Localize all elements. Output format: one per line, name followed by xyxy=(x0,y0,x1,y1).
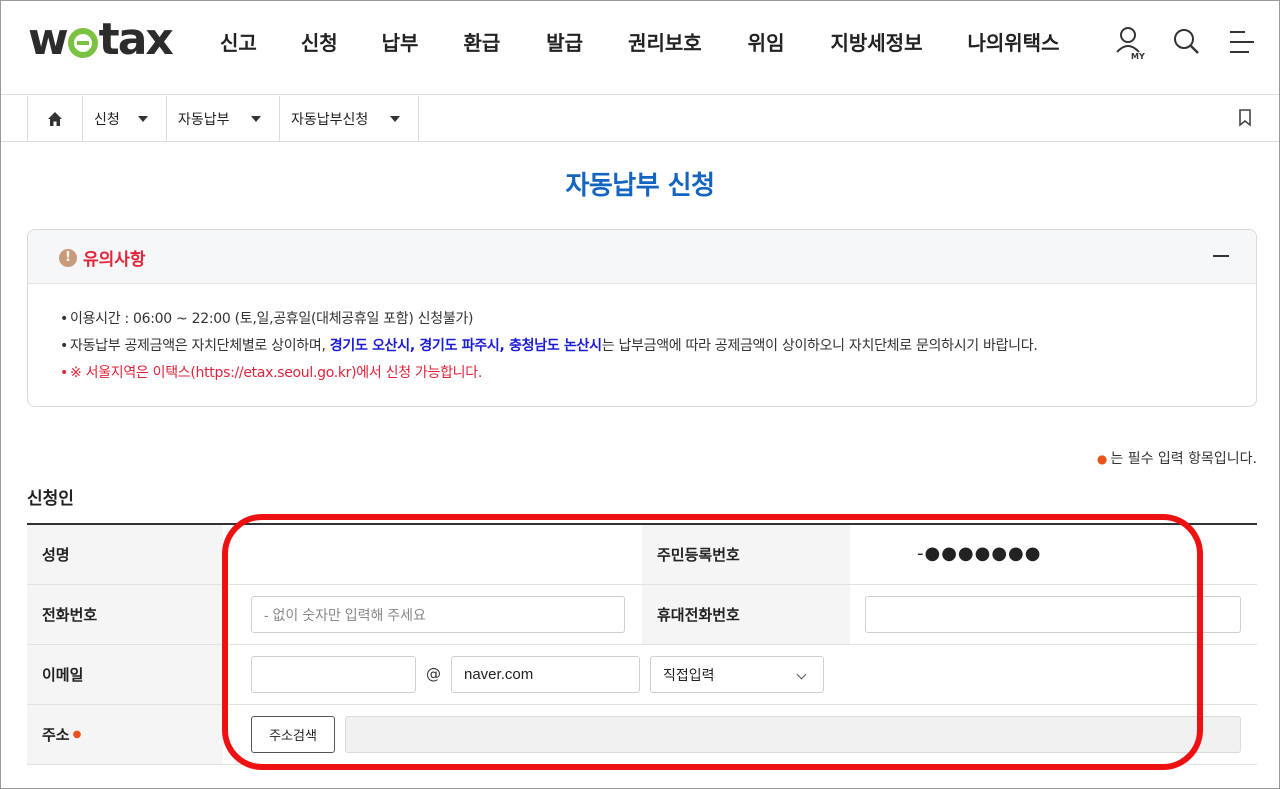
notice-deduction-post: 는 납부금액에 따라 공제금액이 상이하오니 자치단체로 문의하시기 바랍니다. xyxy=(601,338,1038,354)
notice-deduction-pre: 자동납부 공제금액은 자치단체별로 상이하며, xyxy=(70,338,330,354)
warning-icon: ! xyxy=(59,249,77,267)
notice-item-hours: 이용시간 : 06:00 ~ 22:00 (토,일,공휴일(대체공휴일 포함) … xyxy=(60,306,1256,333)
breadcrumb-apply[interactable]: 신청 xyxy=(83,96,167,141)
logo-w: w xyxy=(28,14,69,65)
phone-label: 전화번호 xyxy=(27,585,223,644)
email-domain-select[interactable]: 직접입력 xyxy=(650,656,824,693)
logo-tax: tax xyxy=(98,14,174,65)
chevron-down-icon xyxy=(796,669,807,680)
site-header: w tax 신고 신청 납부 환급 발급 권리보호 위임 지방세정보 나의위택스… xyxy=(1,1,1279,95)
address-label: 주소 ● xyxy=(27,705,223,764)
chevron-down-icon xyxy=(390,116,400,122)
rrn-value: -●●●●●●● xyxy=(917,543,1042,564)
mobile-input[interactable] xyxy=(865,596,1241,633)
breadcrumb-autopay-label: 자동납부 xyxy=(178,111,230,128)
notice-title: 유의사항 xyxy=(83,250,146,270)
global-nav: 신고 신청 납부 환급 발급 권리보호 위임 지방세정보 나의위택스 xyxy=(201,29,1059,57)
email-id-input[interactable] xyxy=(251,656,416,693)
name-label: 성명 xyxy=(27,525,223,584)
rrn-label: 주민등록번호 xyxy=(642,525,850,584)
required-note: ● 는 필수 입력 항목입니다. xyxy=(1097,448,1257,468)
breadcrumb: 신청 자동납부 자동납부신청 xyxy=(1,96,1279,142)
breadcrumb-autopay[interactable]: 자동납부 xyxy=(167,96,280,141)
required-note-text: 는 필수 입력 항목입니다. xyxy=(1110,451,1257,467)
form-row-address: 주소 ● 주소검색 xyxy=(27,705,1257,765)
notice-item-seoul: ※ 서울지역은 이택스(https://etax.seoul.go.kr)에서 … xyxy=(60,360,1256,387)
gnb-issue[interactable]: 발급 xyxy=(546,29,583,57)
chevron-down-icon xyxy=(138,116,148,122)
svg-text:MY: MY xyxy=(1131,52,1145,61)
gnb-report[interactable]: 신고 xyxy=(220,29,257,57)
form-row-name: 성명 주민등록번호 -●●●●●●● xyxy=(27,525,1257,585)
form-row-email: 이메일 @ naver.com 직접입력 xyxy=(27,645,1257,705)
my-user-icon[interactable]: MY xyxy=(1115,25,1145,61)
email-domain-input[interactable]: naver.com xyxy=(451,656,640,693)
phone-input[interactable]: - 없이 숫자만 입력해 주세요 xyxy=(251,596,625,633)
bookmark-icon[interactable] xyxy=(1238,109,1252,127)
notice-list: 이용시간 : 06:00 ~ 22:00 (토,일,공휴일(대체공휴일 포함) … xyxy=(28,284,1256,387)
menu-icon[interactable] xyxy=(1227,25,1257,59)
address-search-button[interactable]: 주소검색 xyxy=(251,716,335,753)
notice-panel: ! 유의사항 이용시간 : 06:00 ~ 22:00 (토,일,공휴일(대체공… xyxy=(27,229,1257,407)
chevron-down-icon xyxy=(251,116,261,122)
address-label-text: 주소 xyxy=(42,726,70,744)
wetax-logo[interactable]: w tax xyxy=(28,14,174,65)
form-row-phone: 전화번호 - 없이 숫자만 입력해 주세요 휴대전화번호 xyxy=(27,585,1257,645)
breadcrumb-autopay-apply[interactable]: 자동납부신청 xyxy=(280,96,419,141)
gnb-localtax-info[interactable]: 지방세정보 xyxy=(830,29,922,57)
email-select-value: 직접입력 xyxy=(663,666,715,683)
gnb-payment[interactable]: 납부 xyxy=(382,29,419,57)
gnb-refund[interactable]: 환급 xyxy=(463,29,500,57)
notice-header[interactable]: ! 유의사항 xyxy=(28,230,1256,284)
gnb-rights[interactable]: 권리보호 xyxy=(628,29,702,57)
breadcrumb-apply-label: 신청 xyxy=(94,111,120,128)
gnb-apply[interactable]: 신청 xyxy=(301,29,338,57)
collapse-icon[interactable] xyxy=(1213,255,1229,257)
notice-deduction-regions: 경기도 오산시, 경기도 파주시, 충청남도 논산시 xyxy=(329,338,602,354)
notice-hours-text: 이용시간 : 06:00 ~ 22:00 (토,일,공휴일(대체공휴일 포함) … xyxy=(70,311,474,327)
mobile-label: 휴대전화번호 xyxy=(642,585,850,644)
header-icons: MY xyxy=(1115,25,1257,61)
notice-item-deduction: 자동납부 공제금액은 자치단체별로 상이하며, 경기도 오산시, 경기도 파주시… xyxy=(60,333,1256,360)
applicant-form: 성명 주민등록번호 -●●●●●●● 전화번호 - 없이 숫자만 입력해 주세요… xyxy=(27,523,1257,765)
gnb-delegate[interactable]: 위임 xyxy=(748,29,785,57)
email-label: 이메일 xyxy=(27,645,223,704)
required-dot-icon: ● xyxy=(1096,452,1108,466)
email-at-sign: @ xyxy=(426,665,441,683)
search-icon[interactable] xyxy=(1171,25,1201,59)
gnb-my-wetax[interactable]: 나의위택스 xyxy=(967,29,1059,57)
section-title: 신청인 xyxy=(27,489,74,509)
page-title: 자동납부 신청 xyxy=(565,171,715,201)
required-dot-icon: ● xyxy=(72,729,82,740)
breadcrumb-autopay-apply-label: 자동납부신청 xyxy=(291,111,369,128)
address-field xyxy=(345,716,1241,753)
logo-e-icon xyxy=(67,28,98,58)
home-icon[interactable] xyxy=(27,96,83,141)
notice-seoul-text: ※ 서울지역은 이택스(https://etax.seoul.go.kr)에서 … xyxy=(70,365,482,381)
